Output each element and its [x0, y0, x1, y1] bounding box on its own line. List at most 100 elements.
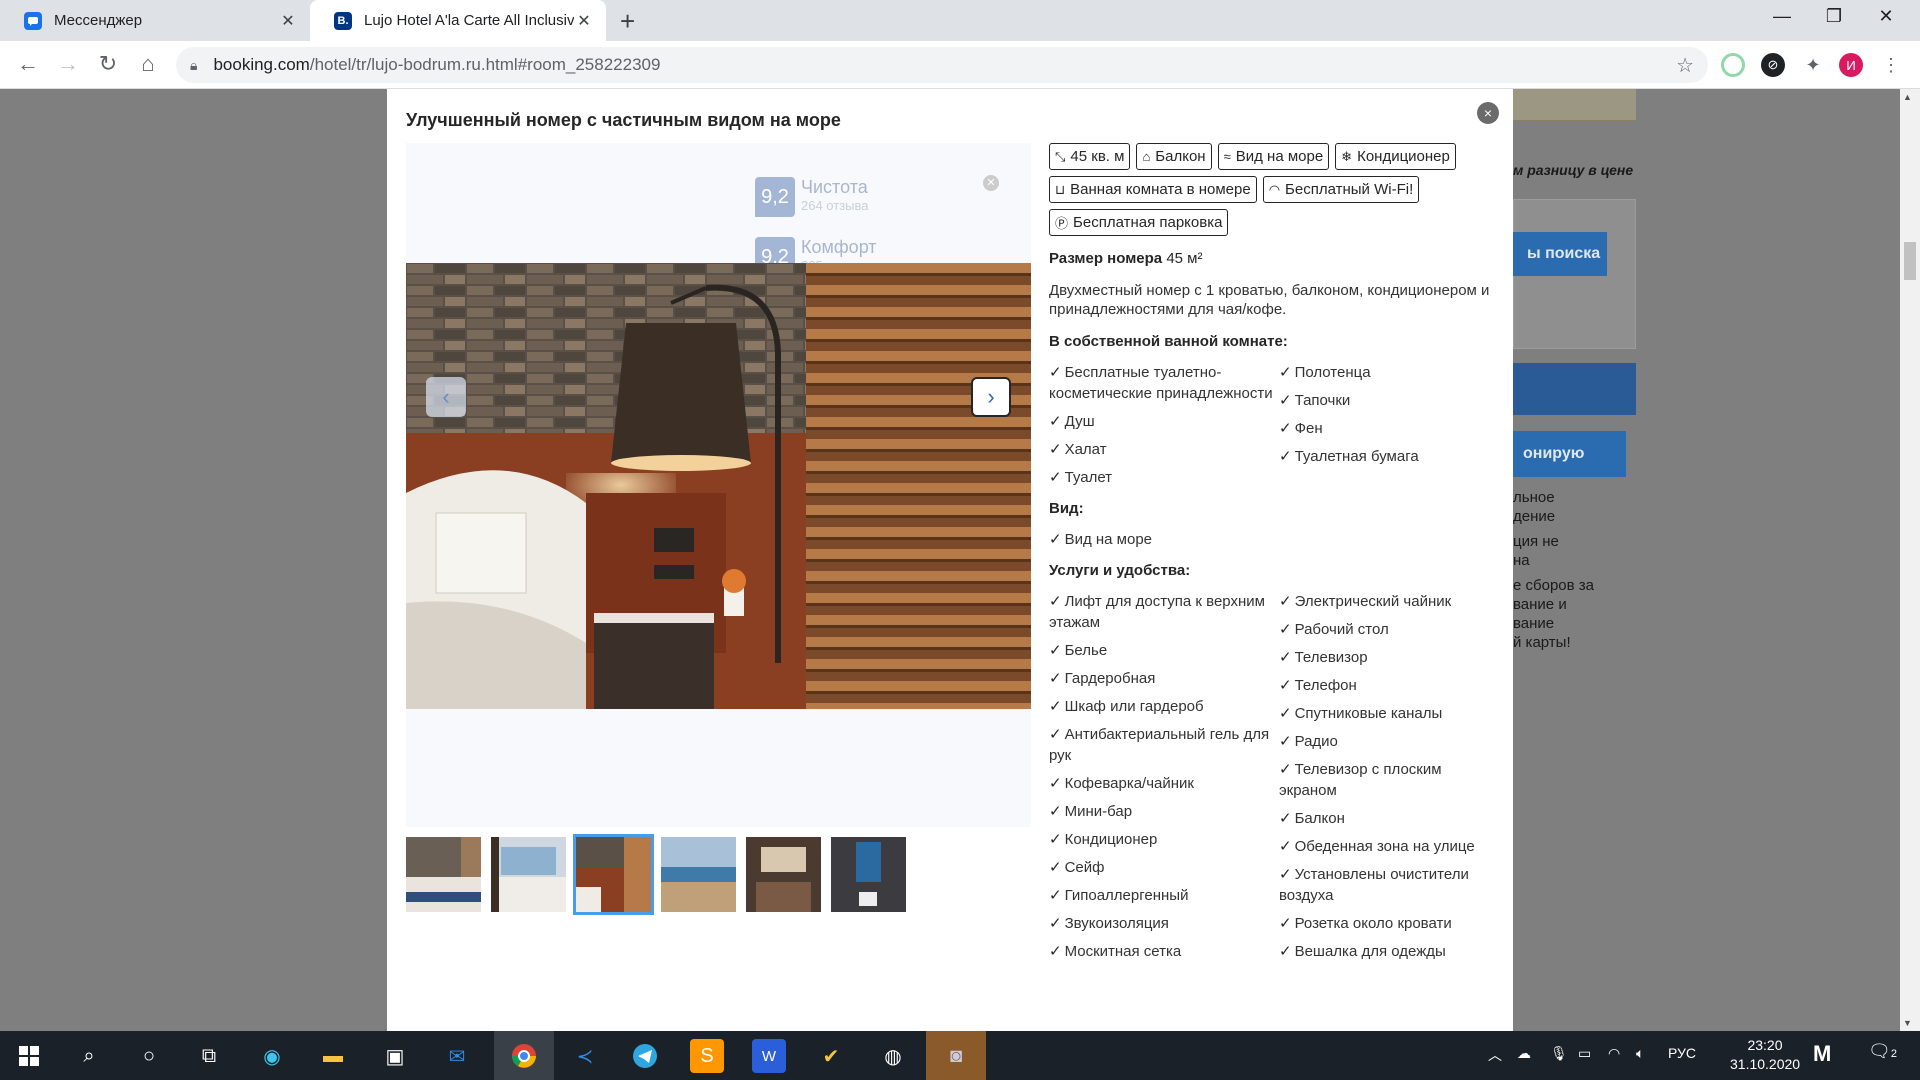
cortana-icon[interactable]: ○ — [132, 1039, 166, 1073]
store-icon[interactable]: ▣ — [378, 1039, 412, 1073]
thumbnail[interactable] — [661, 837, 736, 912]
list-item: Белье — [1049, 640, 1279, 661]
bookmark-star-icon[interactable]: ☆ — [1676, 53, 1694, 78]
app-icon[interactable]: M — [1813, 1041, 1831, 1067]
prev-photo-button[interactable]: ‹ — [426, 377, 466, 417]
wifi-tray-icon[interactable]: ◠ — [1608, 1045, 1620, 1062]
close-icon[interactable]: ✕ — [983, 175, 999, 191]
thumbnail[interactable] — [831, 837, 906, 912]
volume-icon[interactable]: 🔈︎ — [1636, 1045, 1644, 1062]
home-icon[interactable]: ⌂ — [134, 51, 162, 77]
avatar[interactable]: И — [1839, 53, 1863, 77]
next-photo-button[interactable]: › — [971, 377, 1011, 417]
mail-icon[interactable]: ✉ — [440, 1039, 474, 1073]
battery-icon[interactable]: ▭ — [1578, 1045, 1591, 1062]
thumbnail[interactable] — [406, 837, 481, 912]
bg-note: на — [1513, 552, 1530, 569]
microphone-icon[interactable]: 🎙︎ — [1550, 1045, 1568, 1062]
notifications-icon[interactable]: 🗨︎2 — [1868, 1041, 1897, 1062]
list-column: Электрический чайник Рабочий стол Телевизо… — [1279, 591, 1489, 962]
bg-note: вание — [1513, 615, 1555, 632]
tasks-icon[interactable]: ✔ — [814, 1039, 848, 1073]
list-item: Гардеробная — [1049, 668, 1279, 689]
chrome-icon[interactable] — [507, 1039, 541, 1073]
close-tab-icon[interactable]: ✕ — [278, 11, 298, 31]
minimize-icon[interactable]: — — [1762, 6, 1802, 27]
scrollbar-thumb[interactable] — [1904, 242, 1916, 280]
clock[interactable]: 23:20 31.10.2020 — [1730, 1037, 1800, 1072]
chevron-up-icon[interactable]: ︿ — [1488, 1045, 1502, 1065]
chip-label: Кондиционер — [1357, 148, 1450, 165]
window-close-icon[interactable]: ✕ — [1866, 6, 1906, 27]
tab-booking[interactable]: B. Lujo Hotel A'la Carte All Inclusive ✕ — [310, 0, 606, 41]
thumbnail[interactable] — [491, 837, 566, 912]
vscode-icon[interactable]: ≺ — [568, 1039, 602, 1073]
back-icon[interactable]: ← — [14, 51, 42, 77]
list-item: Тапочки — [1279, 390, 1489, 411]
restore-icon[interactable]: ❐ — [1814, 6, 1854, 27]
list-column: Вид на море — [1049, 529, 1279, 550]
bg-reserve-button[interactable]: онирую — [1513, 431, 1626, 477]
forward-icon[interactable]: → — [54, 51, 82, 77]
list-item: Радио — [1279, 731, 1489, 752]
chip-label: Вид на море — [1235, 148, 1324, 165]
extension-icon[interactable]: ⊘ — [1761, 53, 1785, 77]
amenities-list: Лифт для доступа к верхним этажам Белье Га… — [1049, 591, 1499, 962]
menu-icon[interactable]: ⋮ — [1879, 53, 1903, 77]
page-scrollbar[interactable] — [1900, 89, 1920, 1031]
close-modal-button[interactable]: × — [1477, 102, 1499, 124]
list-item: Телевизор с плоским экраном — [1279, 759, 1489, 801]
scroll-up-icon[interactable]: ▲ — [1903, 92, 1912, 102]
list-item: Телефон — [1279, 675, 1489, 696]
bathroom-heading: В собственной ванной комнате: — [1049, 333, 1288, 350]
room-details: ⤡ 45 кв. м ⌂ Балкон ≈ Вид на море ❄ Кондицио… — [1049, 143, 1499, 962]
bg-note: ция не — [1513, 533, 1559, 550]
thumbnail[interactable] — [746, 837, 821, 912]
room-description: Двухместный номер с 1 кроватью, балконом… — [1049, 282, 1490, 318]
lock-icon: 🔒︎ — [190, 56, 198, 73]
list-item: Полотенца — [1279, 362, 1489, 383]
area-icon: ⤡ — [1055, 148, 1066, 164]
chip-label: 45 кв. м — [1070, 148, 1125, 165]
edge-icon[interactable]: ◉ — [255, 1039, 289, 1073]
list-item: Туалет — [1049, 467, 1279, 488]
close-tab-icon[interactable]: ✕ — [574, 11, 594, 31]
list-item: Кондиционер — [1049, 829, 1279, 850]
extension-icon[interactable] — [1721, 53, 1745, 77]
steam-icon[interactable]: ◍ — [876, 1039, 910, 1073]
chip-sea-view: ≈ Вид на море — [1217, 143, 1330, 170]
parking-icon: Ⓟ — [1055, 216, 1069, 231]
list-item: Установлены очистители воздуха — [1279, 864, 1489, 906]
address-bar[interactable]: 🔒︎ booking.com/hotel/tr/lujo-bodrum.ru.h… — [176, 47, 1708, 83]
search-icon[interactable]: ⌕ — [72, 1039, 106, 1073]
list-item: Лифт для доступа к верхним этажам — [1049, 591, 1279, 633]
chip-ac: ❄ Кондиционер — [1335, 143, 1456, 170]
puzzle-icon[interactable]: ✦ — [1801, 53, 1825, 77]
taskbar: ⌕ ○ ⧉ ◉ ▬ ▣ ✉ ≺ S W ✔ ◍ ◙ ︿ ☁ 🎙︎ ▭ ◠ 🔈︎ … — [0, 1031, 1920, 1080]
folder-icon[interactable]: ▬ — [316, 1039, 350, 1073]
discord-icon[interactable]: ◙ — [939, 1039, 973, 1073]
thumbnail-selected[interactable] — [573, 834, 654, 915]
cloud-icon[interactable]: ☁ — [1517, 1045, 1531, 1062]
view-heading: Вид: — [1049, 500, 1084, 517]
wps-icon[interactable]: W — [752, 1039, 786, 1073]
new-tab-icon[interactable]: + — [620, 6, 635, 37]
sublime-icon[interactable]: S — [690, 1039, 724, 1073]
task-view-icon[interactable]: ⧉ — [192, 1039, 226, 1073]
bg-search-button[interactable]: ы поиска — [1513, 232, 1607, 276]
score-label: Чистота — [801, 177, 868, 197]
list-item: Спутниковые каналы — [1279, 703, 1489, 724]
reload-icon[interactable]: ↻ — [94, 51, 122, 77]
notification-count: 2 — [1890, 1048, 1897, 1060]
scroll-down-icon[interactable]: ▼ — [1903, 1018, 1912, 1028]
room-title: Улучшенный номер с частичным видом на мо… — [406, 110, 841, 130]
windows-start-icon[interactable] — [12, 1039, 46, 1073]
list-column: Полотенца Тапочки Фен Туалетная бумага — [1279, 362, 1489, 488]
tab-messenger[interactable]: Мессенджер ✕ — [0, 0, 310, 41]
room-size-label: Размер номера — [1049, 250, 1163, 267]
bg-note: й карты! — [1513, 634, 1571, 651]
bg-panel — [1513, 89, 1636, 121]
toolbar: ← → ↻ ⌂ 🔒︎ booking.com/hotel/tr/lujo-bod… — [0, 41, 1920, 89]
telegram-icon[interactable] — [628, 1039, 662, 1073]
language-indicator[interactable]: РУС — [1668, 1045, 1696, 1061]
